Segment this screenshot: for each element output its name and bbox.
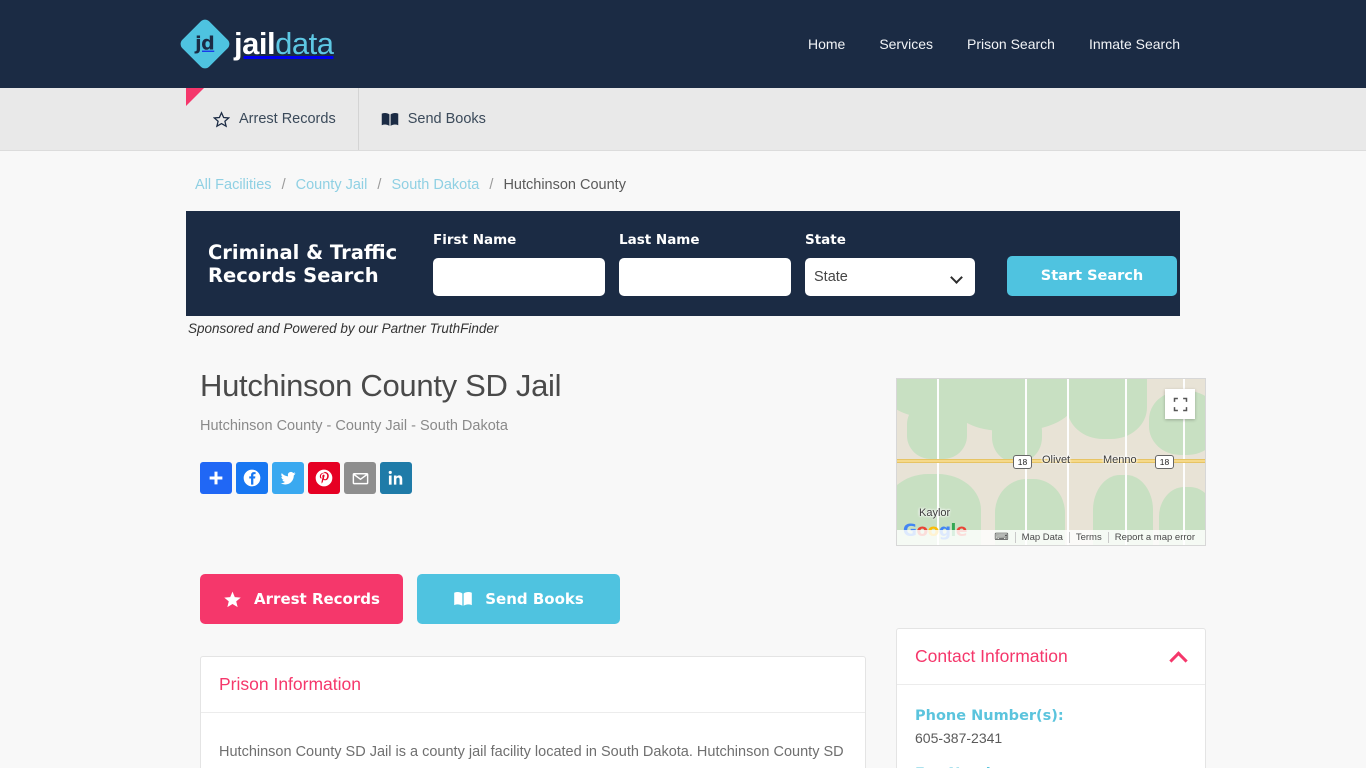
search-banner-title: Criminal & Traffic Records Search bbox=[208, 240, 398, 287]
arrest-records-button-label: Arrest Records bbox=[254, 590, 380, 608]
sidebar-column: 18 Olivet Menno 18 Kaylor Google ⌨ Map D… bbox=[896, 350, 1206, 768]
linkedin-icon[interactable] bbox=[380, 462, 412, 494]
breadcrumb: All Facilities / County Jail / South Dak… bbox=[186, 151, 1180, 211]
logo-text-data: data bbox=[275, 26, 334, 61]
location-map[interactable]: 18 Olivet Menno 18 Kaylor Google ⌨ Map D… bbox=[896, 378, 1206, 546]
subnav-label-send-books: Send Books bbox=[407, 111, 486, 127]
state-select-wrapper: State bbox=[805, 257, 975, 296]
prison-information-body: Hutchinson County SD Jail is a county ja… bbox=[201, 713, 865, 768]
main-column: Hutchinson County SD Jail Hutchinson Cou… bbox=[186, 350, 866, 768]
logo-wordmark: jaildata bbox=[234, 26, 334, 62]
state-select[interactable]: State bbox=[805, 257, 975, 296]
fullscreen-icon[interactable] bbox=[1165, 389, 1195, 419]
map-label-menno: Menno bbox=[1103, 454, 1137, 466]
last-name-label: Last Name bbox=[619, 231, 700, 248]
nav-item-home[interactable]: Home bbox=[808, 36, 845, 52]
page-title: Hutchinson County SD Jail bbox=[200, 368, 562, 403]
prison-information-header: Prison Information bbox=[201, 657, 865, 713]
addthis-share-icon[interactable] bbox=[200, 462, 232, 494]
map-report-error-link[interactable]: Report a map error bbox=[1107, 532, 1201, 543]
criminal-records-search-banner: Criminal & Traffic Records Search First … bbox=[186, 211, 1180, 316]
arrest-records-button[interactable]: Arrest Records bbox=[200, 574, 403, 624]
nav-item-prison-search[interactable]: Prison Search bbox=[967, 36, 1055, 52]
keyboard-shortcuts-icon[interactable]: ⌨ bbox=[988, 532, 1014, 543]
nav-item-inmate-search[interactable]: Inmate Search bbox=[1089, 36, 1180, 52]
map-data-link[interactable]: Map Data bbox=[1014, 532, 1069, 543]
contact-information-header[interactable]: Contact Information bbox=[897, 629, 1205, 685]
map-label-kaylor: Kaylor bbox=[919, 507, 951, 519]
twitter-icon[interactable] bbox=[272, 462, 304, 494]
breadcrumb-item-county-jail[interactable]: County Jail bbox=[296, 177, 368, 193]
logo-text-jail: jail bbox=[234, 26, 276, 61]
breadcrumb-separator: / bbox=[489, 177, 494, 193]
page-subtitle: Hutchinson County - County Jail - South … bbox=[200, 418, 508, 434]
map-terrain-patch bbox=[1067, 379, 1147, 439]
email-icon[interactable] bbox=[344, 462, 376, 494]
site-header: jd jaildata Home Services Prison Search … bbox=[0, 0, 1366, 88]
first-name-input[interactable] bbox=[433, 257, 605, 296]
map-terms-link[interactable]: Terms bbox=[1068, 532, 1108, 543]
contact-label-phone: Phone Number(s): bbox=[915, 708, 1064, 724]
prison-information-panel: Prison Information Hutchinson County SD … bbox=[200, 656, 866, 768]
state-label: State bbox=[805, 231, 846, 248]
last-name-input[interactable] bbox=[619, 257, 791, 296]
route-shield-18: 18 bbox=[1155, 455, 1174, 469]
prison-information-title: Prison Information bbox=[219, 674, 362, 694]
star-icon bbox=[213, 110, 230, 128]
action-buttons-row: Arrest Records Send Books bbox=[200, 574, 866, 624]
subnav-item-arrest-records[interactable]: Arrest Records bbox=[186, 88, 359, 150]
book-icon bbox=[381, 112, 399, 127]
subnav-item-send-books[interactable]: Send Books bbox=[359, 88, 508, 150]
contact-value-phone: 605-387-2341 bbox=[915, 730, 1003, 746]
subnav-label-arrest-records: Arrest Records bbox=[239, 111, 336, 127]
breadcrumb-separator: / bbox=[281, 177, 286, 193]
corner-flag-accent bbox=[186, 88, 204, 106]
send-books-button[interactable]: Send Books bbox=[417, 574, 620, 624]
main-navigation: Home Services Prison Search Inmate Searc… bbox=[808, 36, 1180, 52]
facebook-icon[interactable] bbox=[236, 462, 268, 494]
breadcrumb-item-current: Hutchinson County bbox=[503, 177, 626, 193]
secondary-navigation: Arrest Records Send Books bbox=[0, 88, 1366, 151]
sponsor-note: Sponsored and Powered by our Partner Tru… bbox=[188, 321, 499, 336]
nav-item-services[interactable]: Services bbox=[879, 36, 933, 52]
map-attribution-bar: ⌨ Map Data Terms Report a map error bbox=[897, 530, 1205, 545]
contact-information-panel: Contact Information Phone Number(s): 605… bbox=[896, 628, 1206, 768]
send-books-button-label: Send Books bbox=[485, 590, 584, 608]
route-shield-18: 18 bbox=[1013, 455, 1032, 469]
pinterest-icon[interactable] bbox=[308, 462, 340, 494]
logo-badge-text: jd bbox=[195, 33, 215, 55]
prison-information-text: Hutchinson County SD Jail is a county ja… bbox=[219, 744, 844, 768]
star-icon bbox=[223, 590, 242, 609]
map-label-olivet: Olivet bbox=[1042, 454, 1071, 466]
breadcrumb-item-south-dakota[interactable]: South Dakota bbox=[391, 177, 479, 193]
map-terrain-patch bbox=[992, 407, 1042, 462]
chevron-up-icon[interactable] bbox=[1171, 649, 1187, 665]
breadcrumb-item-all-facilities[interactable]: All Facilities bbox=[195, 177, 272, 193]
book-icon bbox=[453, 591, 473, 607]
social-share-row bbox=[200, 462, 866, 494]
logo-diamond-icon: jd bbox=[178, 17, 232, 71]
contact-information-body: Phone Number(s): 605-387-2341 Fax Number… bbox=[897, 685, 1205, 768]
start-search-button[interactable]: Start Search bbox=[1007, 255, 1177, 296]
contact-information-title: Contact Information bbox=[915, 646, 1068, 666]
site-logo[interactable]: jd jaildata bbox=[178, 17, 334, 71]
first-name-label: First Name bbox=[433, 231, 517, 248]
breadcrumb-separator: / bbox=[377, 177, 382, 193]
